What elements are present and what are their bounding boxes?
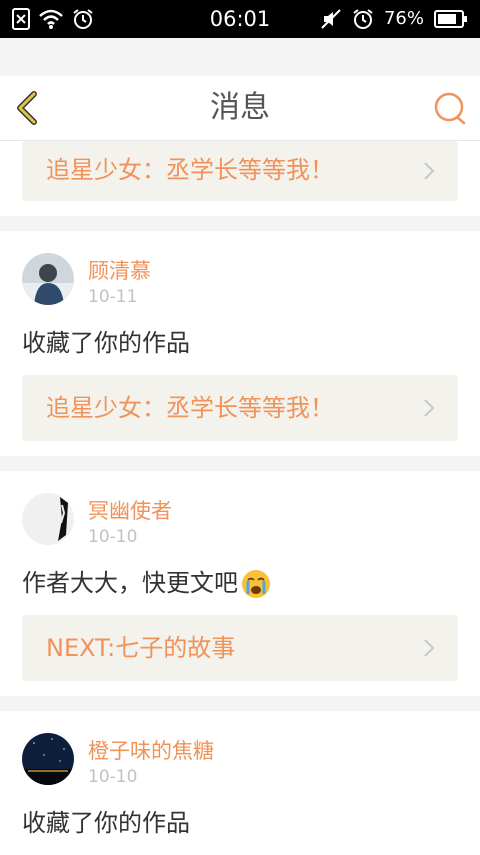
user-name[interactable]: 顾清慕 [88,255,151,285]
mute-icon [321,9,341,29]
chevron-right-icon [424,399,435,417]
user-name[interactable]: 冥幽使者 [88,495,172,525]
message-row: 作者大大，快更文吧 [22,551,458,615]
list-item: 顾清慕 10-11 收藏了你的作品 追星少女：丞学长等等我！ [0,231,480,456]
linked-work-title: NEXT:七子的故事 [46,634,236,662]
message-date: 10-10 [88,767,138,787]
app-header: 消息 [0,76,480,141]
linked-work[interactable]: NEXT:七子的故事 [22,615,458,681]
top-spacer [0,38,480,76]
search-icon[interactable] [432,90,468,126]
battery-percent: 76% [383,8,424,29]
list-item: 追星少女：丞学长等等我！ [0,141,480,216]
crying-face-emoji-icon [242,570,270,598]
list-item: 橙子味的焦糖 10-10 收藏了你的作品 [0,711,480,855]
avatar[interactable] [22,733,74,785]
user-name[interactable]: 橙子味的焦糖 [88,735,214,765]
message-text: 收藏了你的作品 [22,329,190,357]
page-title: 消息 [210,90,270,125]
linked-work[interactable]: 追星少女：丞学长等等我！ [22,375,458,441]
avatar[interactable] [22,253,74,305]
message-date: 10-11 [88,287,138,307]
chevron-right-icon [424,162,435,180]
linked-work-title: 追星少女：丞学长等等我！ [46,156,334,184]
alarm-clock-icon [353,9,373,29]
linked-work[interactable]: 追星少女：丞学长等等我！ [22,141,458,201]
chevron-right-icon [424,639,435,657]
battery-icon [434,10,467,28]
linked-work-title: 追星少女：丞学长等等我！ [46,394,334,422]
status-bar: 06:01 76% [0,0,480,38]
message-text: 收藏了你的作品 [22,809,190,837]
list-item: 冥幽使者 10-10 作者大大，快更文吧 NEXT:七子的故事 [0,471,480,696]
message-list: 追星少女：丞学长等等我！ 顾清慕 10-11 收藏了你的作品 追星少女：丞学长等… [0,141,480,855]
message-date: 10-10 [88,527,138,547]
message-text: 作者大大，快更文吧 [22,569,238,597]
avatar[interactable] [22,493,74,545]
